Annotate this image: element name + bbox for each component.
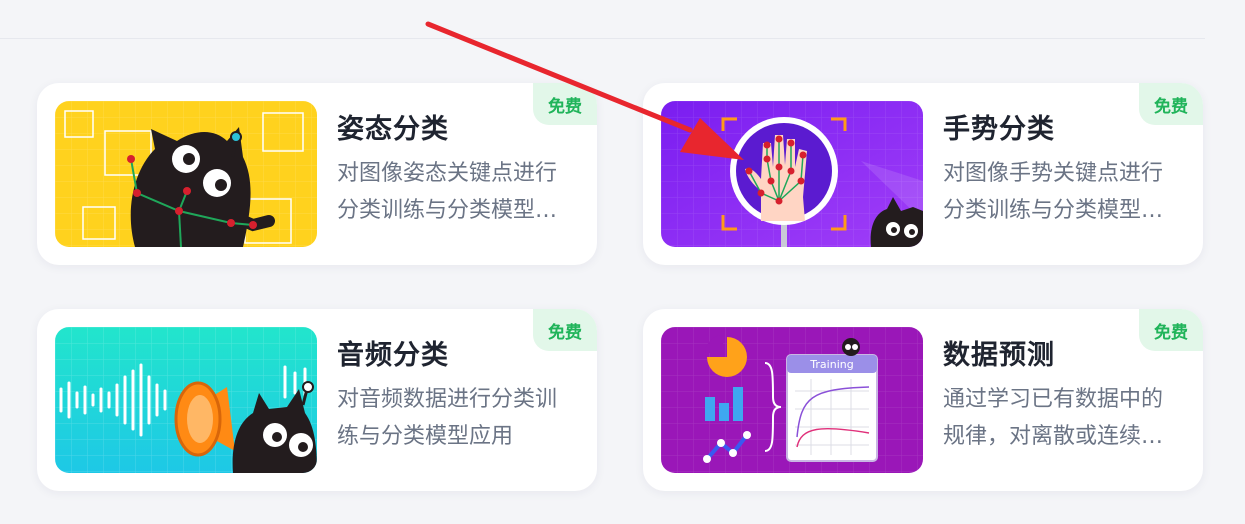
top-divider [0,38,1205,39]
card-data-prediction[interactable]: Training 数据预测 通过学习已有数据中的规律，对离散或连续数据进行预测 … [643,309,1203,491]
data-chart-icon: Training [661,327,923,473]
card-description: 通过学习已有数据中的规律，对离散或连续数据进行预测 [943,387,1164,449]
free-badge: 免费 [1139,83,1203,125]
card-audio-classification[interactable]: 音频分类 对音频数据进行分类训练与分类模型应用 免费 [37,309,597,491]
free-badge: 免费 [1139,309,1203,351]
card-title: 数据预测 [943,340,1055,371]
card-title: 姿态分类 [337,114,449,145]
card-description: 对音频数据进行分类训练与分类模型应用 [337,387,558,449]
card-pose-classification[interactable]: 姿态分类 对图像姿态关键点进行分类训练与分类模型应用 免费 [37,83,597,265]
card-title: 手势分类 [943,114,1055,145]
card-gesture-classification[interactable]: 手势分类 对图像手势关键点进行分类训练与分类模型应用 免费 [643,83,1203,265]
free-badge: 免费 [533,309,597,351]
card-description: 对图像姿态关键点进行分类训练与分类模型应用 [337,161,558,223]
card-title: 音频分类 [337,340,449,371]
card-description: 对图像手势关键点进行分类训练与分类模型应用 [943,161,1164,223]
pose-cat-icon [55,101,317,247]
hand-gesture-icon [661,101,923,247]
megaphone-cat-icon [55,327,317,473]
thumbnail-label: Training [809,358,853,371]
free-badge: 免费 [533,83,597,125]
